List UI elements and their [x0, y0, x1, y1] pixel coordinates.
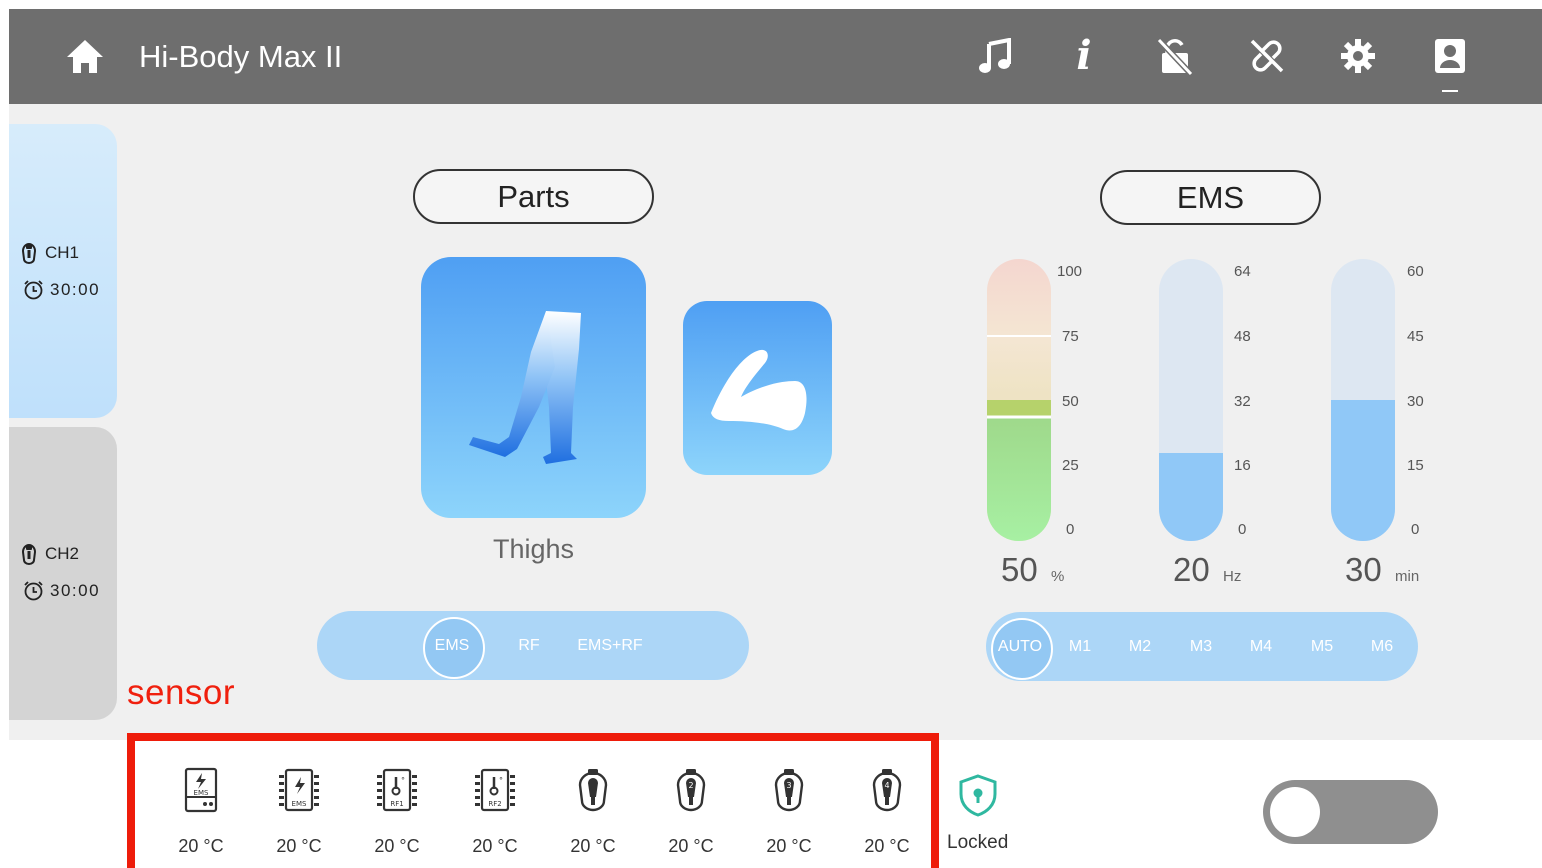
music-icon[interactable]	[974, 35, 1016, 77]
sensor-tag: EMS	[194, 789, 209, 797]
intensity-unit: %	[1051, 568, 1065, 585]
sensor-temp: 20 °C	[472, 836, 518, 856]
handle-3-icon: 3	[756, 767, 822, 813]
top-bar: Hi-Body Max II i	[9, 9, 1542, 104]
toggle-knob	[1270, 787, 1320, 837]
power-toggle[interactable]	[1263, 780, 1438, 844]
ems-title: EMS	[1100, 170, 1321, 225]
sensor-panel: EMS 20 °C EMS 20 °C ° RF1 20 °C ° RF2 20 °…	[127, 733, 939, 868]
program-m3[interactable]: M3	[1171, 612, 1231, 681]
sensor-tag: 2	[688, 781, 693, 790]
tick-label: 25	[1062, 457, 1079, 474]
duration-gauge[interactable]	[1331, 259, 1395, 541]
intensity-value: 50	[1001, 551, 1038, 588]
handle-4-icon: 4	[854, 767, 920, 813]
shield-lock-icon	[943, 773, 1013, 817]
legs-icon	[469, 311, 581, 464]
frequency-gauge[interactable]	[1159, 259, 1223, 541]
tick-label: 75	[1062, 328, 1079, 345]
sensor-annotation: sensor	[127, 673, 236, 712]
arm-icon	[711, 349, 807, 431]
svg-text:°: °	[401, 776, 405, 785]
tick-label: 30	[1407, 393, 1424, 410]
sensor-tag: RF1	[390, 800, 403, 808]
lock-status-text: Locked	[947, 832, 1009, 853]
alarm-clock-icon	[24, 280, 43, 300]
channel-timer: 30:00	[23, 279, 100, 300]
sensor-temp: 20 °C	[276, 836, 322, 856]
sensor-temp: 20 °C	[766, 836, 812, 856]
frequency-gauge-fill	[1159, 452, 1223, 541]
rf1-chip-icon: ° RF1	[364, 767, 430, 813]
sensor-temp: 20 °C	[374, 836, 420, 856]
ems-board-icon: EMS	[168, 767, 234, 813]
channel-label: CH2	[19, 543, 79, 565]
channel-timer: 30:00	[23, 580, 100, 601]
tick-label: 0	[1066, 521, 1075, 538]
mode-ems[interactable]: EMS	[422, 611, 485, 680]
tick-label: 45	[1407, 328, 1424, 345]
intensity-gauge-fill	[987, 400, 1051, 541]
channel-label: CH1	[19, 242, 79, 264]
lock-off-icon[interactable]	[1154, 35, 1196, 77]
handle-2-icon: 2	[658, 767, 724, 813]
selected-part-label: Thighs	[492, 534, 575, 564]
tick-label: 48	[1234, 328, 1251, 345]
sensor-tag: RF2	[488, 800, 501, 808]
sensor-tag: 3	[786, 781, 791, 790]
user-icon[interactable]	[1429, 35, 1471, 77]
intensity-gauge[interactable]	[987, 259, 1051, 541]
part-tile-thighs[interactable]	[421, 257, 646, 518]
tick-label: 0	[1238, 521, 1247, 538]
frequency-value: 20	[1173, 551, 1210, 588]
handle-1-icon	[560, 767, 626, 813]
rf2-chip-icon: ° RF2	[462, 767, 528, 813]
duration-unit: min	[1395, 568, 1420, 585]
handpiece-icon	[21, 544, 37, 565]
program-m4[interactable]: M4	[1231, 612, 1291, 681]
program-selector: AUTO M1 M2 M3 M4 M5 M6	[986, 612, 1418, 681]
sensor-tag: 4	[884, 781, 889, 790]
tick-label: 0	[1411, 521, 1420, 538]
part-tile-arms[interactable]	[683, 301, 832, 475]
mode-rf[interactable]: RF	[499, 611, 559, 680]
program-m6[interactable]: M6	[1352, 612, 1412, 681]
sensor-temp: 20 °C	[864, 836, 910, 856]
program-m2[interactable]: M2	[1110, 612, 1170, 681]
sensor-temp: 20 °C	[570, 836, 616, 856]
tick-label: 100	[1057, 263, 1083, 280]
mode-ems-rf[interactable]: EMS+RF	[565, 611, 655, 680]
handpiece-icon	[21, 243, 37, 264]
gauge-separator	[987, 335, 1051, 337]
channel-tab-ch2[interactable]: CH2 30:00	[9, 427, 117, 720]
tick-label: 50	[1062, 393, 1079, 410]
parts-title: Parts	[413, 169, 654, 224]
treatment-mode-selector: EMS RF EMS+RF	[317, 611, 749, 680]
user-underline	[1442, 90, 1458, 92]
tick-label: 64	[1234, 263, 1251, 280]
ems-chip-icon: EMS	[266, 767, 332, 813]
tick-label: 16	[1234, 457, 1251, 474]
tick-label: 15	[1407, 457, 1424, 474]
tick-label: 60	[1407, 263, 1424, 280]
link-off-icon[interactable]	[1246, 35, 1288, 77]
tick-label: 32	[1234, 393, 1251, 410]
duration-gauge-fill	[1331, 400, 1395, 541]
frequency-unit: Hz	[1223, 568, 1242, 585]
sensor-temp: 20 °C	[178, 836, 224, 856]
alarm-clock-icon	[24, 581, 43, 601]
gear-icon[interactable]	[1337, 35, 1379, 77]
program-m5[interactable]: M5	[1292, 612, 1352, 681]
channel-tab-ch1[interactable]: CH1 30:00	[9, 124, 117, 418]
home-icon[interactable]	[64, 35, 106, 77]
app-title: Hi-Body Max II	[139, 39, 343, 74]
app-window: Hi-Body Max II i CH1 30:00 CH2 30:00 Par…	[9, 9, 1542, 868]
duration-value: 30	[1345, 551, 1382, 588]
info-icon[interactable]: i	[1063, 35, 1105, 77]
sensor-tag: EMS	[292, 800, 307, 808]
sensor-temp: 20 °C	[668, 836, 714, 856]
program-m1[interactable]: M1	[1050, 612, 1110, 681]
program-auto[interactable]: AUTO	[990, 612, 1053, 681]
svg-text:°: °	[499, 776, 503, 785]
